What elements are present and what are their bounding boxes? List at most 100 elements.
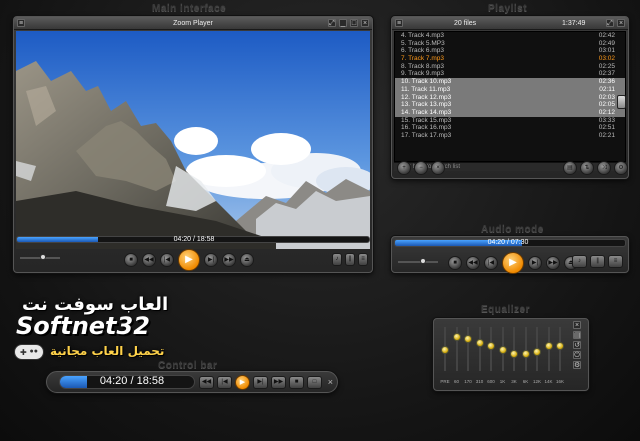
cb-rewind-button[interactable]: ◀◀	[199, 376, 214, 389]
cb-forward-button[interactable]: ▶▶	[271, 376, 286, 389]
eq-preset-icon[interactable]: ▤	[573, 331, 581, 339]
audio-pause-icon[interactable]: ∥	[590, 255, 605, 268]
next-button[interactable]: ▶|	[204, 253, 218, 267]
eq-band-knob[interactable]	[475, 338, 484, 347]
audio-volume-slider[interactable]	[398, 258, 438, 264]
main-volume-knob[interactable]	[40, 254, 46, 260]
eq-band-slider[interactable]	[533, 327, 541, 371]
eq-band-label: 170	[464, 379, 472, 384]
playlist-item-name: 10. Track 10.mp3	[401, 78, 452, 86]
playlist-item[interactable]: 11. Track 11.mp3 02:11	[395, 85, 625, 94]
close-icon[interactable]: ×	[361, 19, 369, 27]
eq-band-knob[interactable]	[441, 346, 449, 354]
forward-button[interactable]: ▶▶	[222, 253, 236, 267]
audio-list-icon[interactable]: ≡	[608, 255, 623, 268]
main-titlebar[interactable]: ≡ Zoom Player ⤢ _ □ ×	[14, 17, 372, 30]
audio-next-button[interactable]: ▶|	[528, 256, 542, 270]
eq-band-knob[interactable]	[452, 333, 461, 342]
audio-stop-button[interactable]: ■	[448, 256, 462, 270]
playlist-item-name: 11. Track 11.mp3	[401, 85, 451, 93]
eq-band-slider[interactable]	[521, 327, 530, 371]
eq-band-slider[interactable]	[475, 327, 484, 371]
cb-close-icon[interactable]: ×	[328, 377, 333, 387]
playlist-item[interactable]: 15. Track 15.mp3 03:33	[395, 117, 625, 125]
remove-file-icon[interactable]: −	[414, 161, 428, 175]
eq-band-slider[interactable]	[487, 327, 495, 371]
playlist-item[interactable]: 16. Track 16.mp3 02:51	[395, 124, 625, 132]
eq-band-slider[interactable]	[498, 327, 507, 371]
playlist-item[interactable]: 12. Track 12.mp3 02:03	[395, 93, 625, 102]
eq-band-knob[interactable]	[544, 342, 553, 351]
audio-prev-button[interactable]: |◀	[484, 256, 498, 270]
eq-band-knob[interactable]	[521, 349, 530, 358]
audio-forward-button[interactable]: ▶▶	[546, 256, 560, 270]
resize-icon[interactable]: ⤢	[328, 19, 336, 27]
cb-prev-button[interactable]: |◀	[217, 376, 232, 389]
save-list-icon[interactable]: ▤	[563, 161, 577, 175]
playlist-scrollbar[interactable]	[617, 95, 626, 109]
playlist-item[interactable]: 9. Track 9.mp3 02:37	[395, 70, 625, 78]
volume-icon[interactable]: ♪	[332, 253, 342, 266]
clear-list-icon[interactable]: ×	[431, 161, 445, 175]
video-frame-mountains	[16, 31, 370, 249]
cb-play-button[interactable]: ▶	[235, 375, 250, 390]
eq-band-slider[interactable]	[441, 327, 449, 371]
eq-reset-icon[interactable]: ↺	[573, 341, 581, 349]
menu-icon[interactable]: ≡	[17, 19, 25, 27]
audio-play-button[interactable]: ▶	[502, 252, 524, 274]
playlist-menu-icon[interactable]: ≡	[395, 19, 403, 27]
play-button[interactable]: ▶	[178, 249, 200, 271]
minimize-icon[interactable]: _	[339, 19, 347, 27]
maximize-icon[interactable]: □	[350, 19, 358, 27]
eq-close-icon[interactable]: ×	[573, 321, 581, 329]
playlist-item[interactable]: 5. Track 5.MP3 02:49	[395, 40, 625, 48]
cb-stop-button[interactable]: ■	[289, 376, 304, 389]
eq-power-icon[interactable]: ⏻	[573, 351, 581, 359]
add-file-icon[interactable]: +	[397, 161, 411, 175]
cb-fullscreen-button[interactable]: □	[307, 376, 322, 389]
eq-band-slider[interactable]	[556, 327, 564, 371]
eq-band-knob[interactable]	[487, 342, 495, 351]
playlist-item[interactable]: 10. Track 10.mp3 02:36	[395, 78, 625, 86]
audio-volume-icon[interactable]: ♪	[572, 255, 587, 268]
video-area[interactable]	[16, 31, 370, 249]
playlist-close-icon[interactable]: ×	[617, 19, 625, 27]
main-volume-slider[interactable]	[20, 254, 60, 260]
gamepad-icon: ✚ ●●	[14, 344, 44, 360]
eq-options-icon[interactable]: ⚙	[573, 361, 581, 369]
cb-next-button[interactable]: ▶|	[253, 376, 268, 389]
eq-band-knob[interactable]	[498, 346, 507, 354]
list-icon[interactable]: ≡	[358, 253, 368, 266]
audio-rewind-button[interactable]: ◀◀	[466, 256, 480, 270]
eq-band-knob[interactable]	[556, 342, 564, 351]
rewind-button[interactable]: ◀◀	[142, 253, 156, 267]
audio-volume-knob[interactable]	[420, 258, 426, 264]
eq-band-slider[interactable]	[544, 327, 553, 371]
playlist-item[interactable]: 8. Track 8.mp3 02:25	[395, 63, 625, 71]
stop-button[interactable]: ■	[124, 253, 138, 267]
playlist-item[interactable]: 14. Track 14.mp3 02:12	[395, 108, 625, 117]
prev-button[interactable]: |◀	[160, 253, 174, 267]
playlist-item[interactable]: 4. Track 4.mp3 02:42	[395, 32, 625, 40]
playlist-titlebar[interactable]: ≡ 20 files 1:37:49 ⤢ ×	[392, 17, 628, 30]
eq-band-slider[interactable]	[510, 327, 518, 371]
shuffle-icon[interactable]: ⤨	[597, 161, 611, 175]
pause-icon[interactable]: ∥	[345, 253, 355, 266]
main-seek-fill	[17, 237, 98, 242]
playlist-item[interactable]: 7. Track 7.mp3 03:02	[395, 55, 625, 63]
eq-band-slider[interactable]	[464, 327, 472, 371]
eq-band-knob[interactable]	[533, 347, 541, 356]
eq-band-knob[interactable]	[510, 349, 518, 358]
playlist-item[interactable]: 13. Track 13.mp3 02:05	[395, 101, 625, 109]
eq-band-slider[interactable]	[452, 327, 461, 371]
eq-band-knob[interactable]	[464, 335, 472, 344]
playlist-options-icon[interactable]: ⚙	[614, 161, 628, 175]
playlist-resize-icon[interactable]: ⤢	[606, 19, 614, 27]
playlist-item[interactable]: 6. Track 6.mp3 03:01	[395, 47, 625, 55]
eq-band-label: 3K	[511, 379, 517, 384]
playlist-list[interactable]: 4. Track 4.mp3 02:42 5. Track 5.MP3 02:49 6.…	[394, 31, 626, 162]
playlist-item[interactable]: 17. Track 17.mp3 02:21	[395, 132, 625, 140]
playlist-item-duration: 03:33	[598, 116, 615, 124]
eject-button[interactable]: ⏏	[240, 253, 254, 267]
sort-icon[interactable]: ⇅	[580, 161, 594, 175]
